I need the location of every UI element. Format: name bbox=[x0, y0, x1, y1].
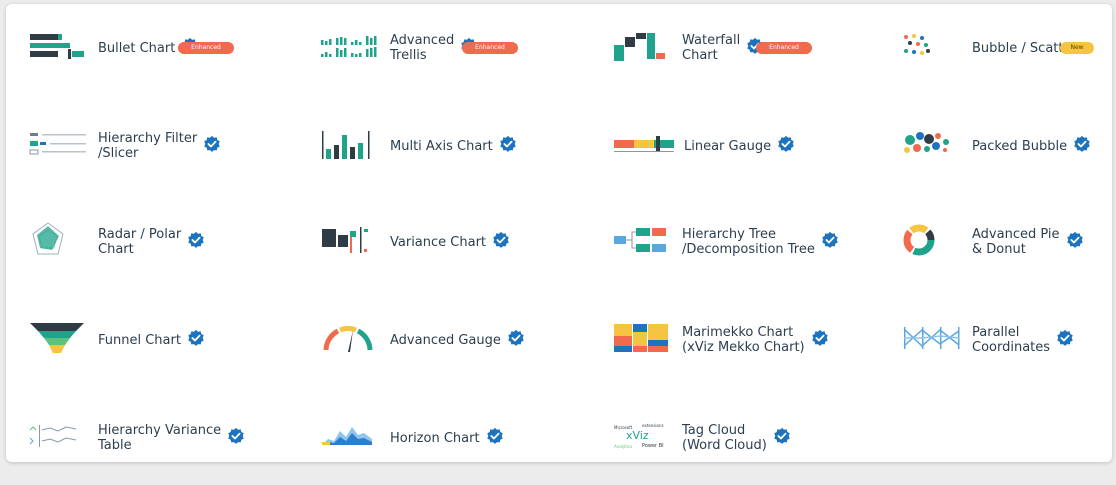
waterfall-icon bbox=[612, 29, 666, 67]
radar-icon bbox=[28, 220, 68, 264]
visual-tile-gauge[interactable]: Advanced Gauge bbox=[320, 320, 525, 360]
visual-tile-variance-table[interactable]: Hierarchy Variance Table bbox=[28, 418, 245, 458]
visual-tile-parallel-coordinates[interactable]: Parallel Coordinates bbox=[902, 320, 1074, 360]
visual-tile-label: Hierarchy Tree /Decomposition Tree bbox=[682, 227, 815, 257]
scatter-icon bbox=[902, 33, 934, 63]
linear-gauge-icon bbox=[612, 131, 676, 161]
verified-icon bbox=[1073, 135, 1091, 157]
visual-tile-label: Variance Chart bbox=[390, 234, 487, 250]
visual-tile-label: Marimekko Chart (xViz Mekko Chart) bbox=[682, 325, 805, 355]
visual-tile-label: Advanced Pie & Donut bbox=[972, 227, 1060, 257]
verified-icon bbox=[1056, 329, 1074, 351]
marimekko-icon bbox=[612, 322, 670, 358]
visual-tile-pie-donut[interactable]: Advanced Pie & Donut bbox=[902, 222, 1084, 262]
verified-icon bbox=[499, 135, 517, 157]
new-badge: New bbox=[1060, 42, 1094, 54]
visual-tile-multi-axis[interactable]: Multi Axis Chart bbox=[320, 126, 517, 166]
visual-tile-label: Radar / Polar Chart bbox=[98, 227, 182, 257]
visual-tile-label: Waterfall Chart bbox=[682, 33, 741, 63]
hierarchy-tree-icon bbox=[612, 227, 672, 257]
visual-tile-label: Packed Bubble bbox=[972, 138, 1068, 154]
bullet-chart-icon bbox=[28, 31, 86, 65]
visual-tile-hierarchy-filter[interactable]: Hierarchy Filter /Slicer bbox=[28, 126, 221, 166]
visual-tile-label: Hierarchy Filter /Slicer bbox=[98, 131, 198, 161]
visual-tile-packed-bubble[interactable]: Packed Bubble bbox=[902, 126, 1091, 166]
visual-tile-label: Tag Cloud (Word Cloud) bbox=[682, 423, 767, 453]
hierarchy-filter-icon bbox=[28, 131, 88, 161]
visual-tile-linear-gauge[interactable]: Linear Gauge bbox=[612, 126, 795, 166]
enhanced-badge: Enhanced bbox=[178, 42, 234, 54]
visual-tile-label: Horizon Chart bbox=[390, 430, 480, 446]
variance-table-icon bbox=[28, 424, 78, 452]
verified-icon bbox=[486, 427, 504, 449]
visual-tile-label: Linear Gauge bbox=[684, 138, 772, 154]
verified-icon bbox=[492, 231, 510, 253]
parallel-coordinates-icon bbox=[902, 326, 962, 354]
verified-icon bbox=[821, 231, 839, 253]
horizon-icon bbox=[320, 425, 374, 451]
svg-text:xViz: xViz bbox=[626, 429, 649, 442]
enhanced-badge: Enhanced bbox=[756, 42, 812, 54]
svg-text:Power BI: Power BI bbox=[642, 443, 664, 449]
verified-icon bbox=[187, 231, 205, 253]
visual-tile-label: Parallel Coordinates bbox=[972, 325, 1051, 355]
visual-tile-funnel[interactable]: Funnel Chart bbox=[28, 320, 205, 360]
verified-icon bbox=[1066, 231, 1084, 253]
visual-tile-hierarchy-tree[interactable]: Hierarchy Tree /Decomposition Tree bbox=[612, 222, 839, 262]
verified-icon bbox=[811, 329, 829, 351]
visual-tile-label: Advanced Gauge bbox=[390, 332, 501, 348]
visual-tile-trellis[interactable]: Advanced Trellis bbox=[320, 28, 478, 68]
visual-tile-label: Hierarchy Variance Table bbox=[98, 423, 222, 453]
verified-icon bbox=[203, 135, 221, 157]
visual-tile-label: Funnel Chart bbox=[98, 332, 181, 348]
visual-tile-waterfall[interactable]: Waterfall Chart bbox=[612, 28, 764, 68]
gauge-icon bbox=[320, 322, 376, 358]
visual-tile-marimekko[interactable]: Marimekko Chart (xViz Mekko Chart) bbox=[612, 320, 829, 360]
verified-icon bbox=[773, 427, 791, 449]
visuals-grid: Bullet Chart Enhanced Advanced Trellis En… bbox=[6, 4, 1112, 462]
svg-text:Analytics: Analytics bbox=[614, 444, 632, 449]
funnel-icon bbox=[28, 321, 86, 359]
visual-tile-scatter[interactable]: Bubble / Scatter bbox=[902, 28, 1077, 68]
visual-tile-label: Advanced Trellis bbox=[390, 33, 455, 63]
variance-icon bbox=[320, 225, 378, 259]
verified-icon bbox=[187, 329, 205, 351]
verified-icon bbox=[507, 329, 525, 351]
visual-tile-label: Multi Axis Chart bbox=[390, 138, 493, 154]
visual-tile-horizon[interactable]: Horizon Chart bbox=[320, 418, 504, 458]
multi-axis-icon bbox=[320, 127, 380, 165]
verified-icon bbox=[777, 135, 795, 157]
pie-donut-icon bbox=[902, 223, 936, 261]
visual-tile-radar[interactable]: Radar / Polar Chart bbox=[28, 222, 205, 262]
visual-tile-variance[interactable]: Variance Chart bbox=[320, 222, 510, 262]
trellis-icon bbox=[320, 34, 380, 62]
visuals-panel: Bullet Chart Enhanced Advanced Trellis En… bbox=[6, 4, 1112, 462]
visual-tile-label: Bullet Chart bbox=[98, 40, 176, 56]
verified-icon bbox=[227, 427, 245, 449]
tag-cloud-icon: Microsoft extensions xViz Power BI Analy… bbox=[612, 421, 670, 455]
svg-text:extensions: extensions bbox=[642, 423, 664, 428]
visual-tile-tag-cloud[interactable]: Microsoft extensions xViz Power BI Analy… bbox=[612, 418, 791, 458]
enhanced-badge: Enhanced bbox=[462, 42, 518, 54]
visual-tile-bullet-chart[interactable]: Bullet Chart bbox=[28, 28, 199, 68]
packed-bubble-icon bbox=[902, 130, 954, 162]
